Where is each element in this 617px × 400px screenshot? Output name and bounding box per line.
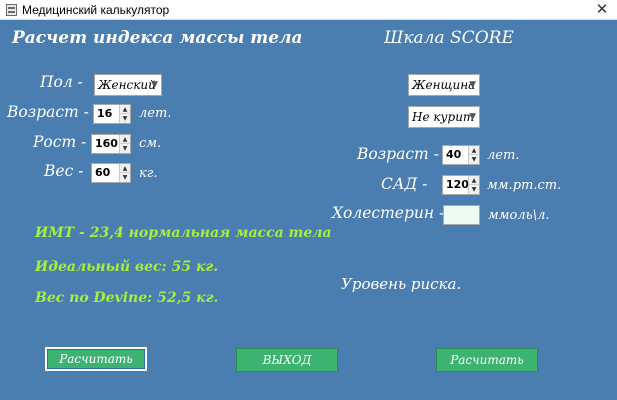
- sbp-unit: мм.рт.ст.: [487, 178, 562, 193]
- score-age-value: 40: [446, 148, 462, 161]
- spin-down-icon[interactable]: ▼: [469, 155, 479, 164]
- title-bar: Медицинский калькулятор ✕: [0, 0, 617, 20]
- gender-select-value: Женский: [98, 78, 156, 92]
- devine-weight-result: Вес по Devine: 52,5 кг.: [35, 290, 219, 306]
- spin-up-icon[interactable]: ▲: [120, 105, 130, 114]
- gender-label: Пол -: [40, 73, 83, 91]
- height-value: 160: [95, 137, 118, 150]
- smoking-value: Не курит: [412, 110, 475, 124]
- weight-stepper[interactable]: 60 ▲ ▼: [91, 163, 131, 183]
- spin-up-icon[interactable]: ▲: [469, 146, 479, 155]
- app-icon: [6, 4, 17, 16]
- spin-down-icon[interactable]: ▼: [120, 173, 130, 182]
- spin-up-icon[interactable]: ▲: [120, 164, 130, 173]
- sbp-stepper[interactable]: 120 ▲ ▼: [442, 175, 480, 195]
- age-value: 16: [97, 107, 113, 120]
- height-stepper[interactable]: 160 ▲ ▼: [91, 134, 131, 154]
- smoking-select[interactable]: Не курит ▼: [408, 106, 480, 128]
- spin-up-icon[interactable]: ▲: [120, 135, 130, 144]
- age-unit: лет.: [139, 106, 172, 121]
- spin-down-icon[interactable]: ▼: [120, 114, 130, 123]
- window-title: Медицинский калькулятор: [22, 3, 170, 17]
- score-heading: Шкала SCORE: [384, 28, 514, 48]
- weight-unit: кг.: [139, 166, 158, 181]
- cholesterol-input[interactable]: [443, 205, 480, 225]
- score-calculate-button[interactable]: Расчитать: [436, 348, 538, 372]
- age-stepper[interactable]: 16 ▲ ▼: [93, 104, 131, 124]
- cholesterol-label: Холестерин -: [332, 204, 445, 222]
- height-label: Рост -: [33, 133, 87, 151]
- score-gender-value: Женщина: [412, 78, 476, 92]
- cholesterol-unit: ммоль\л.: [488, 208, 550, 223]
- sbp-label: САД -: [381, 175, 428, 193]
- risk-level-text: Уровень риска.: [341, 275, 462, 293]
- score-age-stepper[interactable]: 40 ▲ ▼: [442, 145, 480, 165]
- close-button[interactable]: ✕: [587, 0, 617, 20]
- bmi-result: ИМТ - 23,4 нормальная масса тела: [35, 225, 332, 241]
- weight-label: Вес -: [44, 162, 84, 180]
- bmi-heading: Расчет индекса массы тела: [12, 28, 303, 48]
- gender-select[interactable]: Женский ▼: [94, 74, 162, 96]
- spin-down-icon[interactable]: ▼: [469, 185, 479, 194]
- weight-value: 60: [95, 166, 111, 179]
- bmi-calculate-button[interactable]: Расчитать: [45, 347, 147, 371]
- score-age-label: Возраст -: [357, 145, 439, 163]
- height-unit: см.: [139, 136, 162, 151]
- ideal-weight-result: Идеальный вес: 55 кг.: [35, 259, 219, 275]
- score-age-unit: лет.: [487, 148, 520, 163]
- exit-button[interactable]: ВЫХОД: [236, 348, 338, 372]
- age-label: Возраст -: [7, 103, 89, 121]
- spin-up-icon[interactable]: ▲: [469, 176, 479, 185]
- score-gender-select[interactable]: Женщина ▼: [408, 74, 480, 96]
- chevron-down-icon: ▼: [469, 112, 476, 122]
- chevron-down-icon: ▼: [469, 80, 476, 90]
- sbp-value: 120: [446, 178, 469, 191]
- spin-down-icon[interactable]: ▼: [120, 144, 130, 153]
- chevron-down-icon: ▼: [151, 80, 158, 90]
